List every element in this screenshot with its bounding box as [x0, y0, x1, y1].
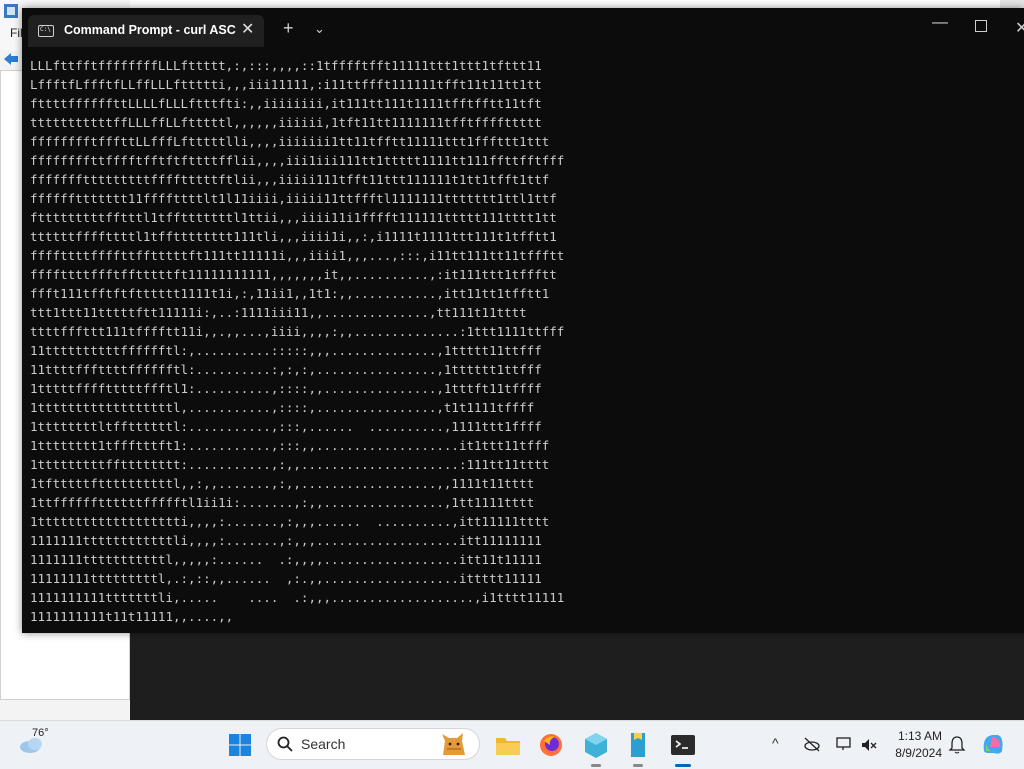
book-app-taskbar-button[interactable]	[622, 729, 654, 767]
app-icon	[4, 4, 18, 18]
back-arrow-icon[interactable]	[2, 50, 20, 68]
taskbar-search-box[interactable]: Search	[266, 728, 480, 760]
search-placeholder: Search	[301, 736, 346, 752]
terminal-output-line: LLLfttfftffffffffLLLfttttt,:,:::,,,,::1t…	[30, 58, 542, 73]
terminal-output-line: 1ttffffffttttttffffftl1ii1i:.......,:,,.…	[30, 495, 535, 510]
tab-title: Command Prompt - curl ASC	[64, 23, 236, 37]
terminal-output-line: 1tttttttttfftttttttt:...........,:,,....…	[30, 457, 550, 472]
terminal-output-line: ttttttffffttttl1tfftttttttt111tli,,,iiii…	[30, 229, 557, 244]
terminal-output-line: ffffttttffffttfftttttft111tt11111i,,,iii…	[30, 248, 565, 263]
terminal-output-line: ffffffttttttt11ffffttttlt1l11iiii,iiiii1…	[30, 191, 557, 206]
terminal-output-line: 1111111111tttttttli,..... .... .:,,,....…	[30, 590, 565, 605]
background-window-edge	[1000, 0, 1024, 8]
terminal-output-line: 1tttttfffftttttffftl1:..........,::::,,.…	[30, 381, 542, 396]
terminal-output-line: 1ttttttttttttttttttl,...........,::::,..…	[30, 400, 535, 415]
show-hidden-icons-chevron-icon[interactable]: ^	[772, 735, 779, 751]
terminal-window: Command Prompt - curl ASC ✕ + ⌄ — ✕ LLLf…	[22, 8, 1024, 633]
terminal-output-line: 1111111tttttttttttl,,,,,:...... .:,,,,..…	[30, 552, 542, 567]
terminal-output-line: 1ttttttttltffttttttl:...........,:::,...…	[30, 419, 542, 434]
background-dark-window	[130, 632, 1024, 720]
terminal-output-line: 1111111111t11t11111,,....,,	[30, 609, 234, 624]
cat-illustration-icon	[442, 733, 465, 755]
terminal-output-line: 1tttttttt1tffftttft1:...........,:::,,..…	[30, 438, 550, 453]
file-explorer-taskbar-button[interactable]	[492, 729, 524, 761]
command-prompt-icon	[38, 25, 54, 37]
taskbar: 76° Search ^ 1:13 AM 8/9/2024	[0, 720, 1024, 769]
firefox-icon	[540, 734, 562, 756]
terminal-output-line: tttttttttttffLLLffLLftttttl,,,,,,iiiiii,…	[30, 115, 542, 130]
close-window-button[interactable]: ✕	[1015, 18, 1024, 38]
terminal-output[interactable]: LLLfttfftffffffffLLLfttttt,:,:::,,,,::1t…	[30, 56, 1020, 626]
cube-app-taskbar-button[interactable]	[580, 729, 612, 767]
terminal-output-line: 11111111tttttttttl,.:,::,,...... ,:.,,..…	[30, 571, 542, 586]
search-icon	[277, 736, 293, 752]
network-icon[interactable]	[835, 735, 853, 753]
tab-command-prompt[interactable]: Command Prompt - curl ASC ✕	[28, 15, 264, 47]
terminal-output-line: 1111111ttttttttttttli,,,,:.......,:,,,..…	[30, 533, 542, 548]
terminal-output-line: ttt1ttt11tttttftt11111i:,..:1111iii11,,.…	[30, 305, 527, 320]
cube-app-icon	[585, 733, 607, 758]
clock-time[interactable]: 1:13 AM	[890, 729, 942, 743]
running-indicator	[591, 764, 601, 767]
clock-date[interactable]: 8/9/2024	[890, 746, 942, 760]
terminal-output-line: ffffffftttttttttfffftttttftlii,,,iiiii11…	[30, 172, 550, 187]
folder-icon	[496, 738, 520, 755]
new-tab-button[interactable]: +	[283, 19, 294, 37]
terminal-output-line: ffft111tfftftftttttt1111t1i,:,11ii1,,1t1…	[30, 286, 550, 301]
terminal-output-line: ffffffffttfffftfftftfttttfflii,,,,iii1ii…	[30, 153, 565, 168]
firefox-taskbar-button[interactable]	[535, 729, 567, 761]
terminal-output-line: fffffffftfffttLLfffLftttttlli,,,,iiiiiii…	[30, 134, 550, 149]
active-indicator	[675, 764, 691, 767]
maximize-button[interactable]	[975, 20, 987, 32]
terminal-output-line: ffffttttffftfftttttft11111111111,,,,,,,i…	[30, 267, 557, 282]
terminal-output-line: 1tftttttfttttttttttl,,:,,.......,:,,....…	[30, 476, 535, 491]
volume-muted-icon[interactable]	[860, 736, 878, 754]
terminal-output-line: fttttffffffttLLLLfLLLftttfti:,,iiiiiiii,…	[30, 96, 542, 111]
terminal-output-line: ttttfffttt111tfffftt11i,,.,,...,iiii,,,,…	[30, 324, 565, 339]
running-indicator	[633, 764, 643, 767]
chevron-down-icon[interactable]: ⌄	[314, 21, 325, 37]
terminal-output-line: 11ttttttttttfffffftl:,..........:::::,,,…	[30, 343, 542, 358]
terminal-taskbar-button[interactable]	[667, 729, 699, 767]
windows-start-icon[interactable]	[228, 733, 252, 757]
onedrive-offline-icon[interactable]	[803, 735, 821, 753]
notifications-bell-icon[interactable]	[948, 735, 966, 755]
copilot-icon[interactable]	[980, 731, 1006, 757]
terminal-output-line: 11ttttfffttttfffffftl:..........:,:,:,..…	[30, 362, 542, 377]
book-app-icon	[631, 733, 645, 757]
file-menu[interactable]: Fil	[10, 26, 23, 40]
weather-temperature[interactable]: 76°	[32, 727, 49, 739]
terminal-titlebar[interactable]: Command Prompt - curl ASC ✕ + ⌄ — ✕	[22, 8, 1024, 47]
minimize-button[interactable]: —	[928, 14, 952, 38]
terminal-output-line: LffftfLffftfLLffLLLfttttti,,,iii11111,:i…	[30, 77, 542, 92]
terminal-output-line: 1ttttttttttttttttttti,,,,:.......,:,,,..…	[30, 514, 550, 529]
close-tab-icon[interactable]: ✕	[241, 19, 254, 39]
terminal-icon	[671, 735, 695, 755]
terminal-output-line: ftttttttttfftttl1tfftttttttl1ttii,,,iiii…	[30, 210, 557, 225]
